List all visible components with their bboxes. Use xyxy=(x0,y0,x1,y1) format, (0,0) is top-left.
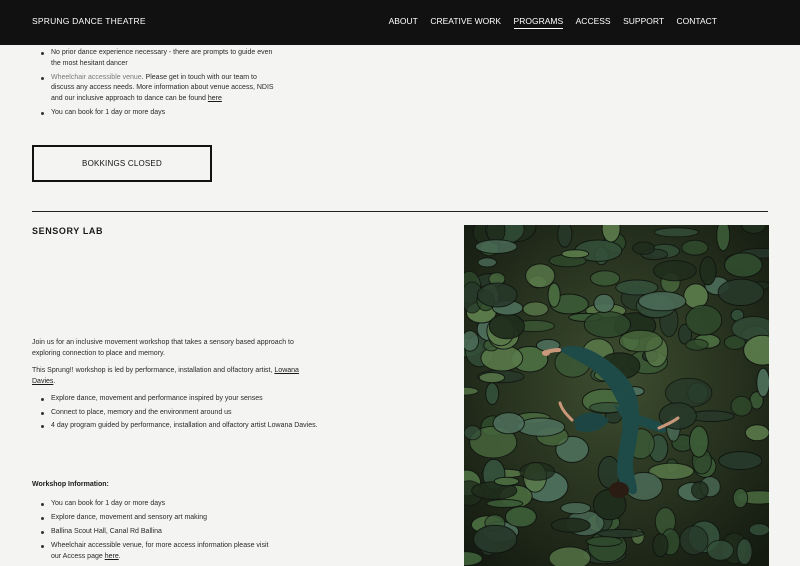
list-item: Ballina Scout Hall, Canal Rd Ballina xyxy=(32,527,277,538)
rock-shape xyxy=(730,395,753,417)
rock-shape xyxy=(585,536,623,547)
bookings-closed-button[interactable]: BOKKINGS CLOSED xyxy=(32,145,212,182)
rock-shape xyxy=(464,425,482,441)
rock-shape xyxy=(464,330,480,352)
rock-shape xyxy=(525,263,556,289)
rock-shape xyxy=(756,367,769,398)
list-item: Explore dance, movement and sensory art … xyxy=(32,513,277,524)
rock-shape xyxy=(493,476,520,487)
rock-shape xyxy=(583,311,631,339)
rock-shape xyxy=(699,256,717,286)
site-logo[interactable]: SPRUNG DANCE THEATRE xyxy=(32,16,146,26)
rock-shape xyxy=(548,546,591,566)
section-divider xyxy=(32,211,768,212)
rock-shape xyxy=(504,506,537,528)
rock-shape xyxy=(736,538,753,566)
nav-contact[interactable]: CONTACT xyxy=(677,16,717,29)
rock-shape xyxy=(638,291,687,312)
rock-shape xyxy=(477,257,498,268)
list-item: Wheelchair accessible venue, for more ac… xyxy=(32,541,277,562)
list-item: You can book for 1 day or more days xyxy=(32,499,277,510)
rock-shape xyxy=(652,533,669,558)
rock-shape xyxy=(718,451,763,471)
rock-shape xyxy=(748,523,769,537)
rock-shape xyxy=(689,425,709,458)
rock-shape xyxy=(473,524,518,554)
rock-shape xyxy=(474,239,518,255)
list-item: Connect to place, memory and the environ… xyxy=(32,408,352,419)
rock-shape xyxy=(557,225,573,248)
rock-shape xyxy=(547,282,561,308)
nav-programs[interactable]: PROGRAMS xyxy=(513,16,564,29)
rock-shape xyxy=(550,517,591,533)
list-item: 4 day program guided by performance, ins… xyxy=(32,421,352,432)
rock-shape xyxy=(724,252,763,278)
rock-shape xyxy=(488,313,525,340)
requirements-list: No prior dance experience necessary - th… xyxy=(32,48,277,122)
rock-shape xyxy=(618,329,663,353)
rock-shape xyxy=(522,301,549,317)
list-item: No prior dance experience necessary - th… xyxy=(32,48,277,69)
nav-support[interactable]: SUPPORT xyxy=(623,16,664,29)
rock-shape xyxy=(653,260,697,282)
led-by-paragraph: This Sprung!! workshop is led by perform… xyxy=(32,367,299,385)
rock-shape xyxy=(691,481,709,500)
rock-shape xyxy=(632,241,656,255)
rock-shape xyxy=(653,227,699,238)
list-item: You can book for 1 day or more days xyxy=(32,108,277,119)
rock-shape xyxy=(706,539,735,561)
nav-access[interactable]: ACCESS xyxy=(576,16,611,29)
rock-shape xyxy=(593,293,615,314)
rock-shape xyxy=(492,412,525,435)
access-page-link[interactable]: here xyxy=(105,553,119,560)
access-info-link[interactable]: here xyxy=(208,95,222,102)
section-title: SENSORY LAB xyxy=(32,226,104,236)
rock-shape xyxy=(685,338,709,351)
rock-shape xyxy=(478,372,506,384)
workshop-info-heading: Workshop Information: xyxy=(32,481,109,488)
list-item: Wheelchair accessible venue. Please get … xyxy=(32,73,277,105)
main-nav: ABOUT CREATIVE WORK PROGRAMS ACCESS SUPP… xyxy=(376,16,717,29)
rock-shape xyxy=(519,462,556,481)
rock-shape xyxy=(679,525,709,556)
site-header: SPRUNG DANCE THEATRE ABOUT CREATIVE WORK… xyxy=(0,0,800,45)
dancer-on-rocks-photo xyxy=(464,225,769,566)
rock-shape xyxy=(744,424,769,442)
intro-paragraph: Join us for an inclusive movement worksh… xyxy=(32,339,294,357)
rock-shape xyxy=(732,488,749,509)
rock-shape xyxy=(486,499,524,508)
rock-shape xyxy=(561,249,590,259)
rock-shape xyxy=(717,278,765,307)
rock-shape xyxy=(681,239,709,256)
rock-shape xyxy=(685,304,723,336)
rock-shape xyxy=(476,282,518,308)
nav-creative-work[interactable]: CREATIVE WORK xyxy=(430,16,501,29)
rock-shape xyxy=(589,270,621,287)
rock-shape xyxy=(560,502,592,515)
rock-shape xyxy=(485,382,500,405)
list-item: Explore dance, movement and performance … xyxy=(32,394,352,405)
highlights-list: Explore dance, movement and performance … xyxy=(32,394,352,435)
workshop-info-list: You can book for 1 day or more days Expl… xyxy=(32,499,277,566)
accessible-venue-text: Wheelchair accessible venue xyxy=(51,73,142,81)
nav-about[interactable]: ABOUT xyxy=(389,16,418,29)
photo-image xyxy=(464,225,769,566)
rock-shape xyxy=(716,225,731,252)
